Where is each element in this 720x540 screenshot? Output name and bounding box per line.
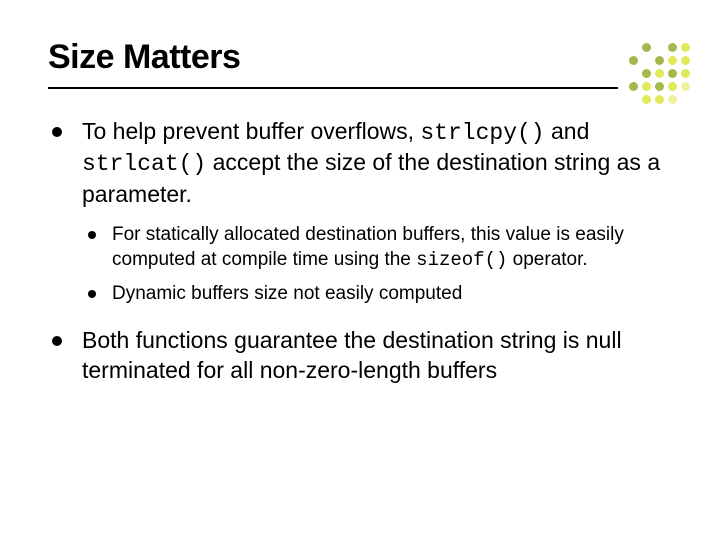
bullet-list-level-2: For statically allocated destination buf…: [82, 223, 672, 306]
deco-dot: [642, 82, 651, 91]
deco-dot: [681, 82, 690, 91]
corner-dots-decoration: [616, 30, 690, 104]
text-fragment: To help prevent buffer overflows,: [82, 118, 420, 144]
deco-dot: [629, 82, 638, 91]
deco-dot: [655, 69, 664, 78]
deco-dot: [668, 56, 677, 65]
slide-title: Size Matters: [48, 38, 240, 77]
sub-bullet-item: For statically allocated destination buf…: [82, 223, 672, 272]
title-row: Size Matters: [48, 38, 672, 77]
bullet-item: To help prevent buffer overflows, strlcp…: [48, 117, 672, 306]
text-fragment: Dynamic buffers size not easily computed: [112, 283, 462, 304]
deco-dot: [655, 95, 664, 104]
deco-dot: [668, 43, 677, 52]
deco-dot: [668, 95, 677, 104]
deco-dot: [629, 56, 638, 65]
code-fragment: strlcat(): [82, 151, 206, 177]
deco-dot: [681, 43, 690, 52]
slide: Size Matters To help prevent buffer over…: [0, 0, 720, 540]
deco-dot: [681, 56, 690, 65]
deco-dot: [668, 82, 677, 91]
slide-body: To help prevent buffer overflows, strlcp…: [48, 117, 672, 385]
text-fragment: and: [545, 118, 590, 144]
text-fragment: operator.: [507, 249, 587, 270]
sub-bullet-item: Dynamic buffers size not easily computed: [82, 282, 672, 306]
code-fragment: strlcpy(): [420, 120, 544, 146]
deco-dot: [642, 95, 651, 104]
deco-dot: [681, 69, 690, 78]
deco-dot: [642, 43, 651, 52]
code-fragment: sizeof(): [416, 249, 507, 271]
title-underline: [48, 87, 618, 89]
bullet-list-level-1: To help prevent buffer overflows, strlcp…: [48, 117, 672, 385]
deco-dot: [642, 69, 651, 78]
text-fragment: Both functions guarantee the destination…: [82, 327, 622, 382]
deco-dot: [655, 82, 664, 91]
deco-dot: [655, 56, 664, 65]
bullet-item: Both functions guarantee the destination…: [48, 326, 672, 385]
deco-dot: [668, 69, 677, 78]
